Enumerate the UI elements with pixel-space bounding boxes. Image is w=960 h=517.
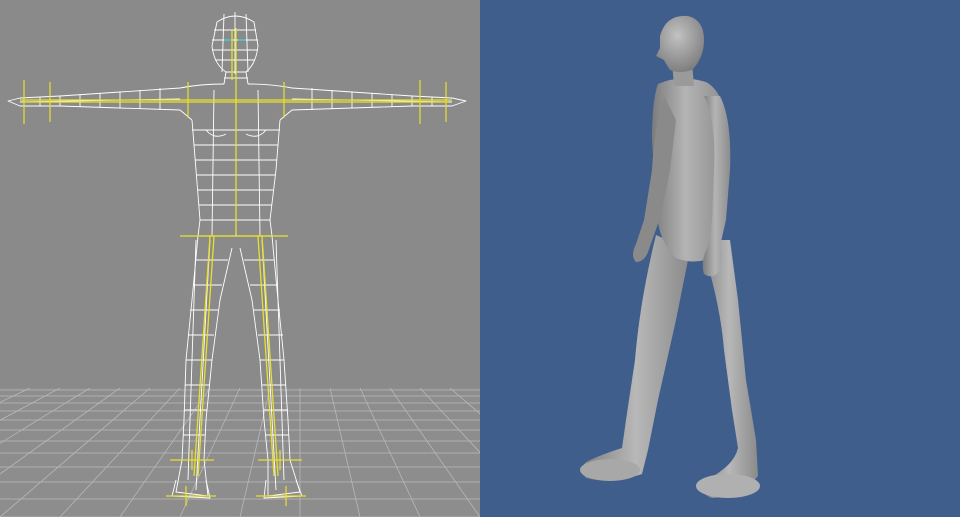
shaded-viewport[interactable]: [480, 0, 960, 517]
wireframe-canvas[interactable]: [0, 0, 480, 517]
back-foot: [580, 459, 640, 481]
wireframe-viewport[interactable]: [0, 0, 480, 517]
viewport-container: [0, 0, 960, 517]
floor-grid: [0, 388, 480, 517]
shaded-canvas[interactable]: [480, 0, 960, 517]
front-foot: [696, 474, 760, 498]
